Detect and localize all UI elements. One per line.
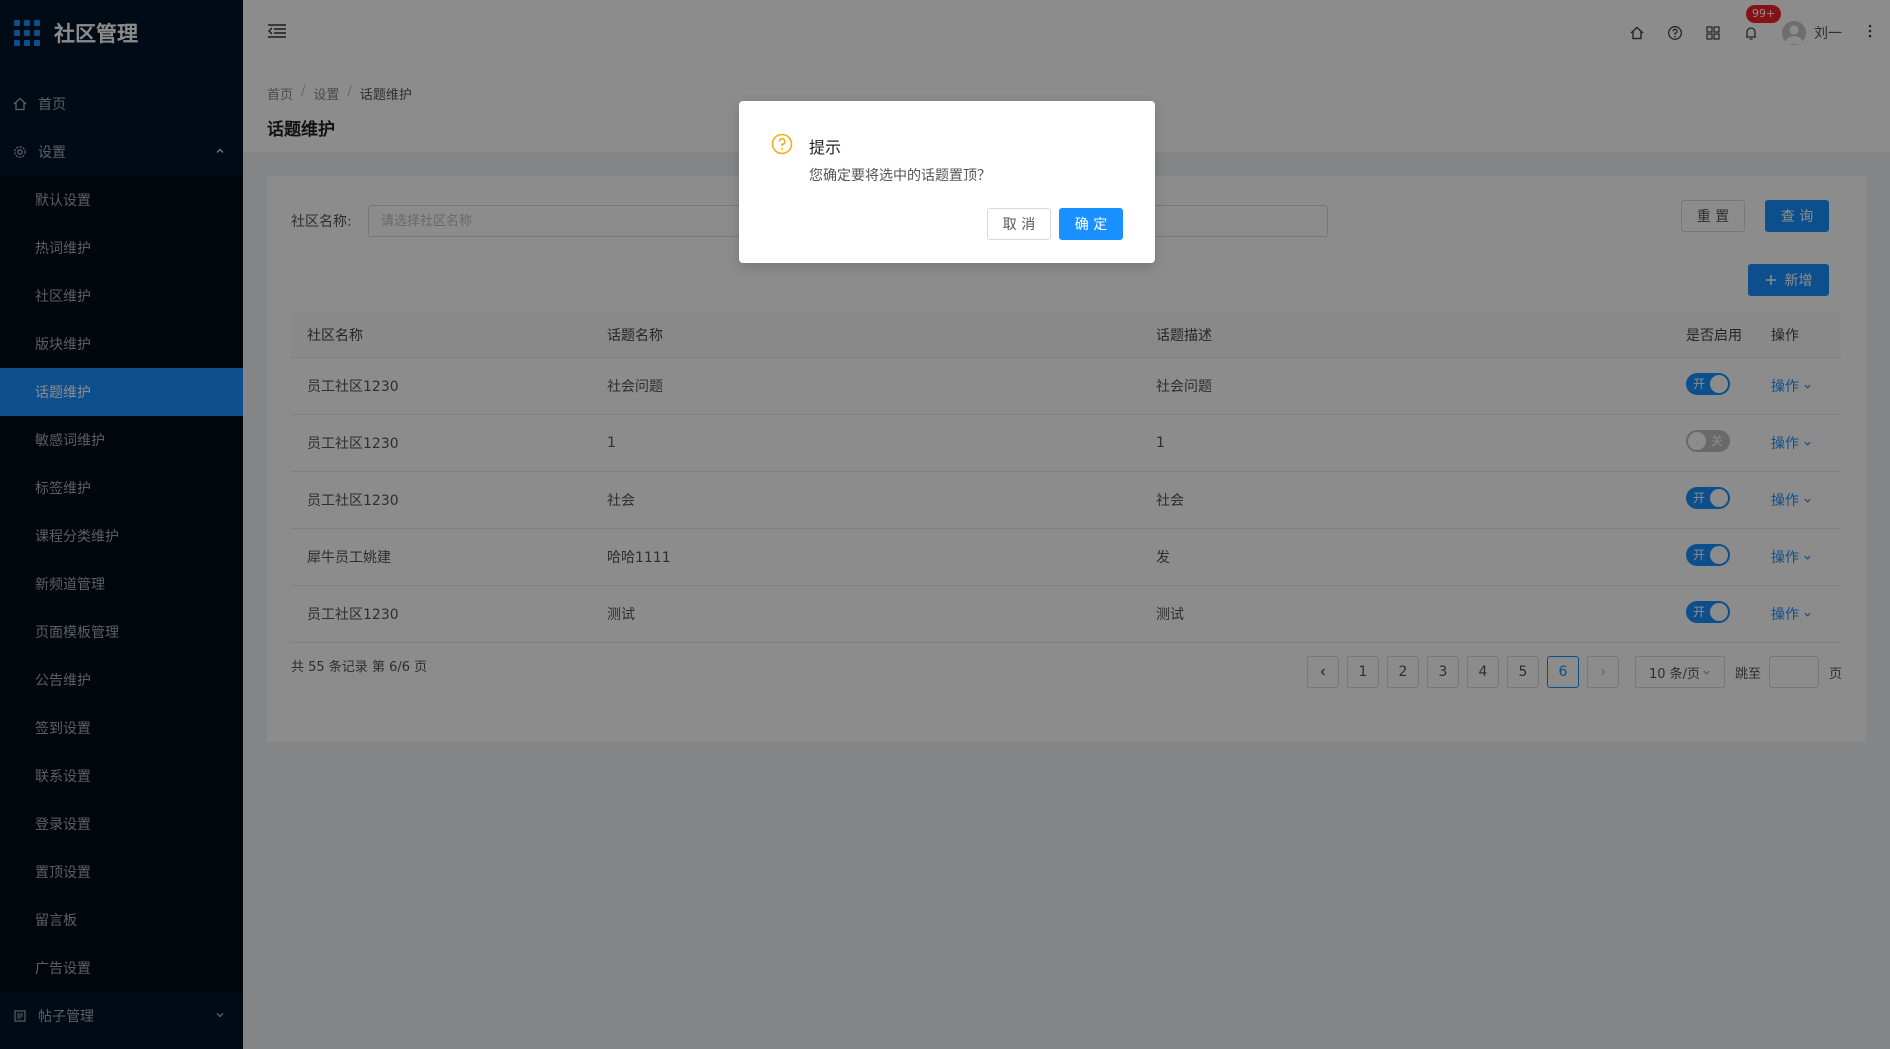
confirm-modal: 提示 您确定要将选中的话题置顶？ 取 消 确 定 xyxy=(739,101,1155,263)
cancel-button[interactable]: 取 消 xyxy=(987,208,1051,240)
modal-content: 您确定要将选中的话题置顶？ xyxy=(809,168,991,184)
modal-title: 提示 xyxy=(809,138,842,157)
confirm-button[interactable]: 确 定 xyxy=(1059,208,1123,240)
question-circle-icon xyxy=(771,133,793,159)
